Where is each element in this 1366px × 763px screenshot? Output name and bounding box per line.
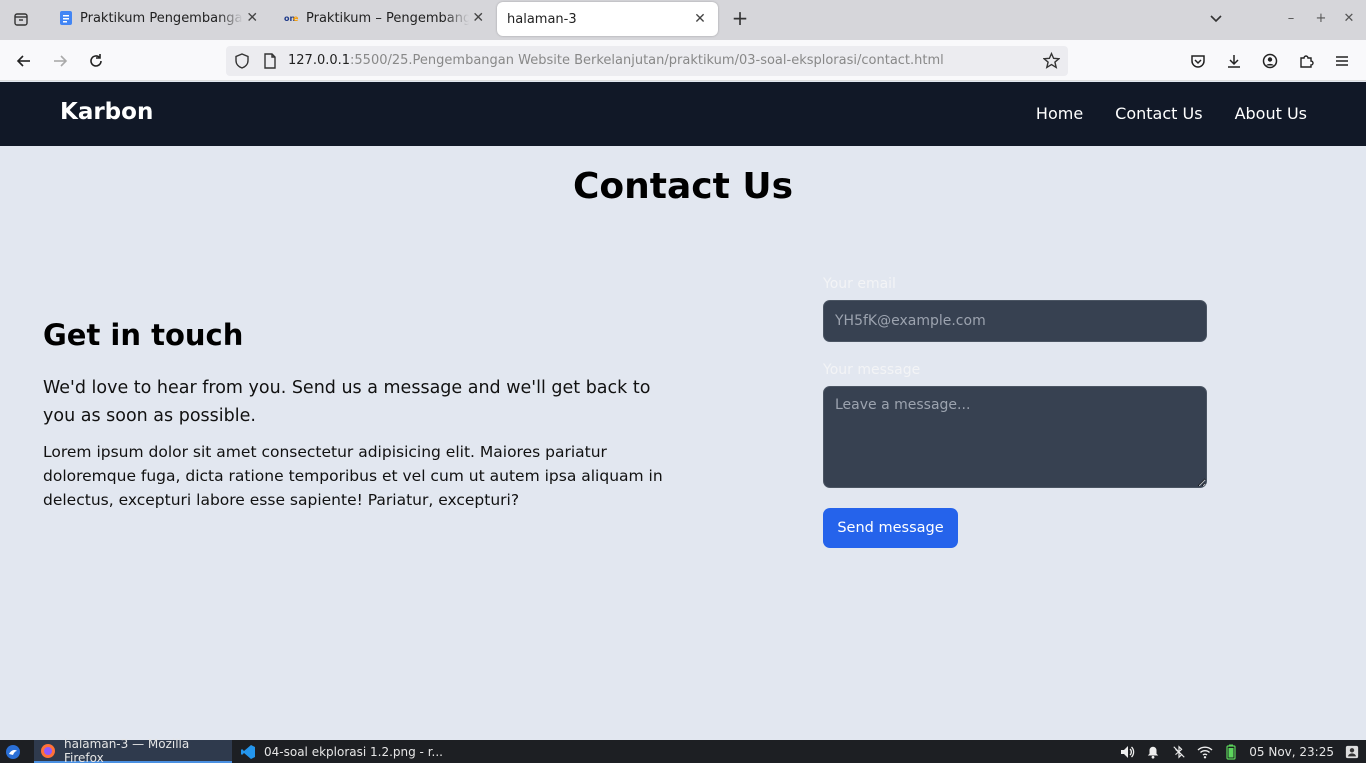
back-icon[interactable]	[12, 49, 36, 73]
taskbar-item-label: halaman-3 — Mozilla Firefox	[64, 736, 190, 763]
site-nav: Home Contact Us About Us	[1036, 104, 1307, 123]
google-docs-icon	[60, 11, 72, 25]
notification-bell-icon[interactable]	[1145, 744, 1161, 760]
user-switch-icon[interactable]	[1344, 744, 1360, 760]
firefox-icon	[41, 743, 55, 758]
battery-icon[interactable]	[1223, 744, 1239, 760]
os-taskbar: halaman-3 — Mozilla Firefox 04-soal ekpl…	[0, 736, 1366, 763]
close-window-icon[interactable]: ✕	[1339, 8, 1359, 28]
close-tab-icon[interactable]: ✕	[692, 11, 708, 27]
url-text: 127.0.0.1:5500/25.Pengembangan Website B…	[288, 53, 944, 68]
maximize-icon[interactable]: +	[1311, 8, 1331, 28]
clock[interactable]: 05 Nov, 23:25	[1249, 745, 1334, 759]
url-path: :5500/25.Pengembangan Website Berkelanju…	[350, 53, 944, 68]
site-header: Karbon Home Contact Us About Us	[0, 82, 1366, 146]
new-tab-button[interactable]: +	[729, 6, 751, 30]
chevron-down-icon[interactable]	[1206, 8, 1226, 28]
contact-intro: Get in touch We'd love to hear from you.…	[43, 318, 668, 512]
nav-link-home[interactable]: Home	[1036, 104, 1083, 123]
page-title: Contact Us	[572, 166, 794, 207]
menu-icon[interactable]	[1330, 49, 1354, 73]
browser-tab-strip: Praktikum Pengembangan W ✕ one Praktikum…	[0, 0, 1366, 40]
account-icon[interactable]	[1258, 49, 1282, 73]
forward-icon[interactable]	[48, 49, 72, 73]
reload-icon[interactable]	[84, 49, 108, 73]
send-message-button[interactable]: Send message	[823, 508, 958, 548]
download-icon[interactable]	[1222, 49, 1246, 73]
extensions-icon[interactable]	[1294, 49, 1318, 73]
minimize-icon[interactable]: –	[1281, 8, 1301, 28]
body-text: Lorem ipsum dolor sit amet consectetur a…	[43, 443, 663, 509]
close-tab-icon[interactable]: ✕	[471, 10, 486, 26]
vscode-icon	[241, 744, 255, 759]
email-label: Your email	[823, 276, 896, 292]
brand-logo[interactable]: Karbon	[60, 99, 153, 125]
app-menu-icon[interactable]	[0, 740, 28, 763]
site-logo-icon: one	[284, 14, 299, 23]
nav-link-about[interactable]: About Us	[1235, 104, 1307, 123]
tab-title: halaman-3	[507, 11, 577, 27]
message-label: Your message	[823, 362, 921, 378]
lead-text: We'd love to hear from you. Send us a me…	[43, 378, 651, 426]
bookmark-star-icon[interactable]	[1042, 51, 1061, 73]
taskbar-item-label: 04-soal ekplorasi 1.2.png - r...	[264, 744, 443, 759]
url-host: 127.0.0.1	[288, 53, 351, 68]
pocket-icon[interactable]	[1186, 49, 1210, 73]
taskbar-item-vscode[interactable]: 04-soal ekplorasi 1.2.png - r...	[234, 740, 444, 763]
bluetooth-off-icon[interactable]	[1171, 744, 1187, 760]
close-tab-icon[interactable]: ✕	[245, 10, 260, 26]
system-tray: 05 Nov, 23:25	[1119, 740, 1366, 763]
email-field[interactable]	[823, 300, 1207, 342]
page-info-icon[interactable]	[262, 53, 278, 73]
address-bar[interactable]: 127.0.0.1:5500/25.Pengembangan Website B…	[226, 46, 1068, 76]
tab-halaman-3[interactable]: halaman-3 ✕	[497, 2, 718, 36]
tab-praktikum[interactable]: one Praktikum – Pengembangan W ✕	[276, 0, 486, 36]
section-heading: Get in touch	[43, 318, 244, 352]
tab-title: Praktikum Pengembangan W	[80, 10, 243, 26]
volume-icon[interactable]	[1119, 744, 1135, 760]
tab-title: Praktikum – Pengembangan W	[306, 10, 469, 26]
contact-form: Your email Your message Send message	[823, 276, 1207, 548]
tab-list-icon[interactable]	[8, 7, 34, 31]
svg-text:e: e	[293, 14, 299, 23]
taskbar-item-firefox[interactable]: halaman-3 — Mozilla Firefox	[34, 736, 232, 763]
message-field[interactable]	[823, 386, 1207, 488]
tab-docs[interactable]: Praktikum Pengembangan W ✕	[50, 0, 260, 36]
nav-link-contact[interactable]: Contact Us	[1115, 104, 1202, 123]
shield-icon[interactable]	[234, 53, 250, 73]
wifi-icon[interactable]	[1197, 744, 1213, 760]
